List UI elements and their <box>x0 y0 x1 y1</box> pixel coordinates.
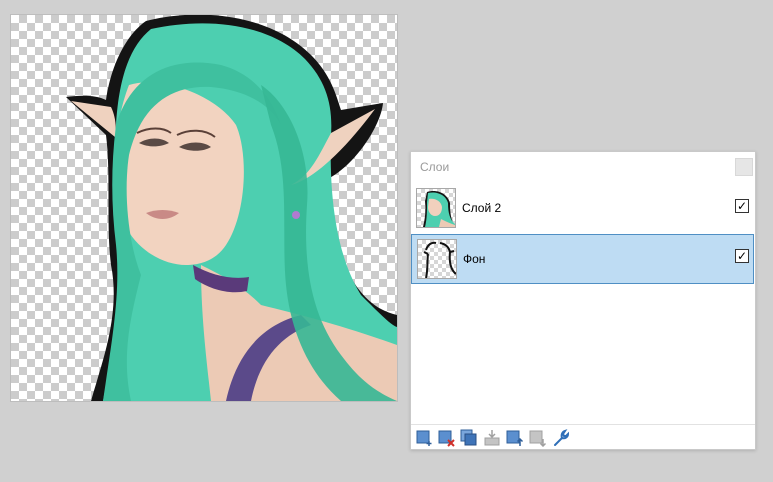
layers-panel: Слои Слой 2 ✓ Фон ✓ <box>410 151 756 450</box>
panel-close-button[interactable] <box>735 158 753 176</box>
elf-portrait-thumbnail-icon <box>423 191 455 227</box>
move-layer-up-icon[interactable] <box>506 429 524 447</box>
layer-visibility-checkbox[interactable]: ✓ <box>735 249 749 263</box>
elf-outline-thumbnail-icon <box>423 241 456 278</box>
panel-title: Слои <box>420 160 450 174</box>
duplicate-layer-icon[interactable] <box>460 429 478 447</box>
layer-properties-wrench-icon[interactable] <box>552 429 570 447</box>
elf-artwork <box>66 15 397 401</box>
layer-row-layer2[interactable]: Слой 2 ✓ <box>411 184 754 234</box>
add-layer-icon[interactable] <box>416 429 434 447</box>
layer-visibility-checkbox[interactable]: ✓ <box>735 199 749 213</box>
layer-thumbnail <box>416 188 456 228</box>
move-layer-down-icon[interactable] <box>529 429 547 447</box>
image-canvas[interactable] <box>11 15 397 401</box>
layers-toolbar <box>411 424 755 449</box>
merge-layer-down-icon[interactable] <box>483 429 501 447</box>
layer-name: Слой 2 <box>462 201 502 215</box>
layer-row-background[interactable]: Фон ✓ <box>411 234 754 284</box>
layer-name: Фон <box>463 252 486 266</box>
delete-layer-icon[interactable] <box>438 429 456 447</box>
layer-thumbnail <box>417 239 457 279</box>
